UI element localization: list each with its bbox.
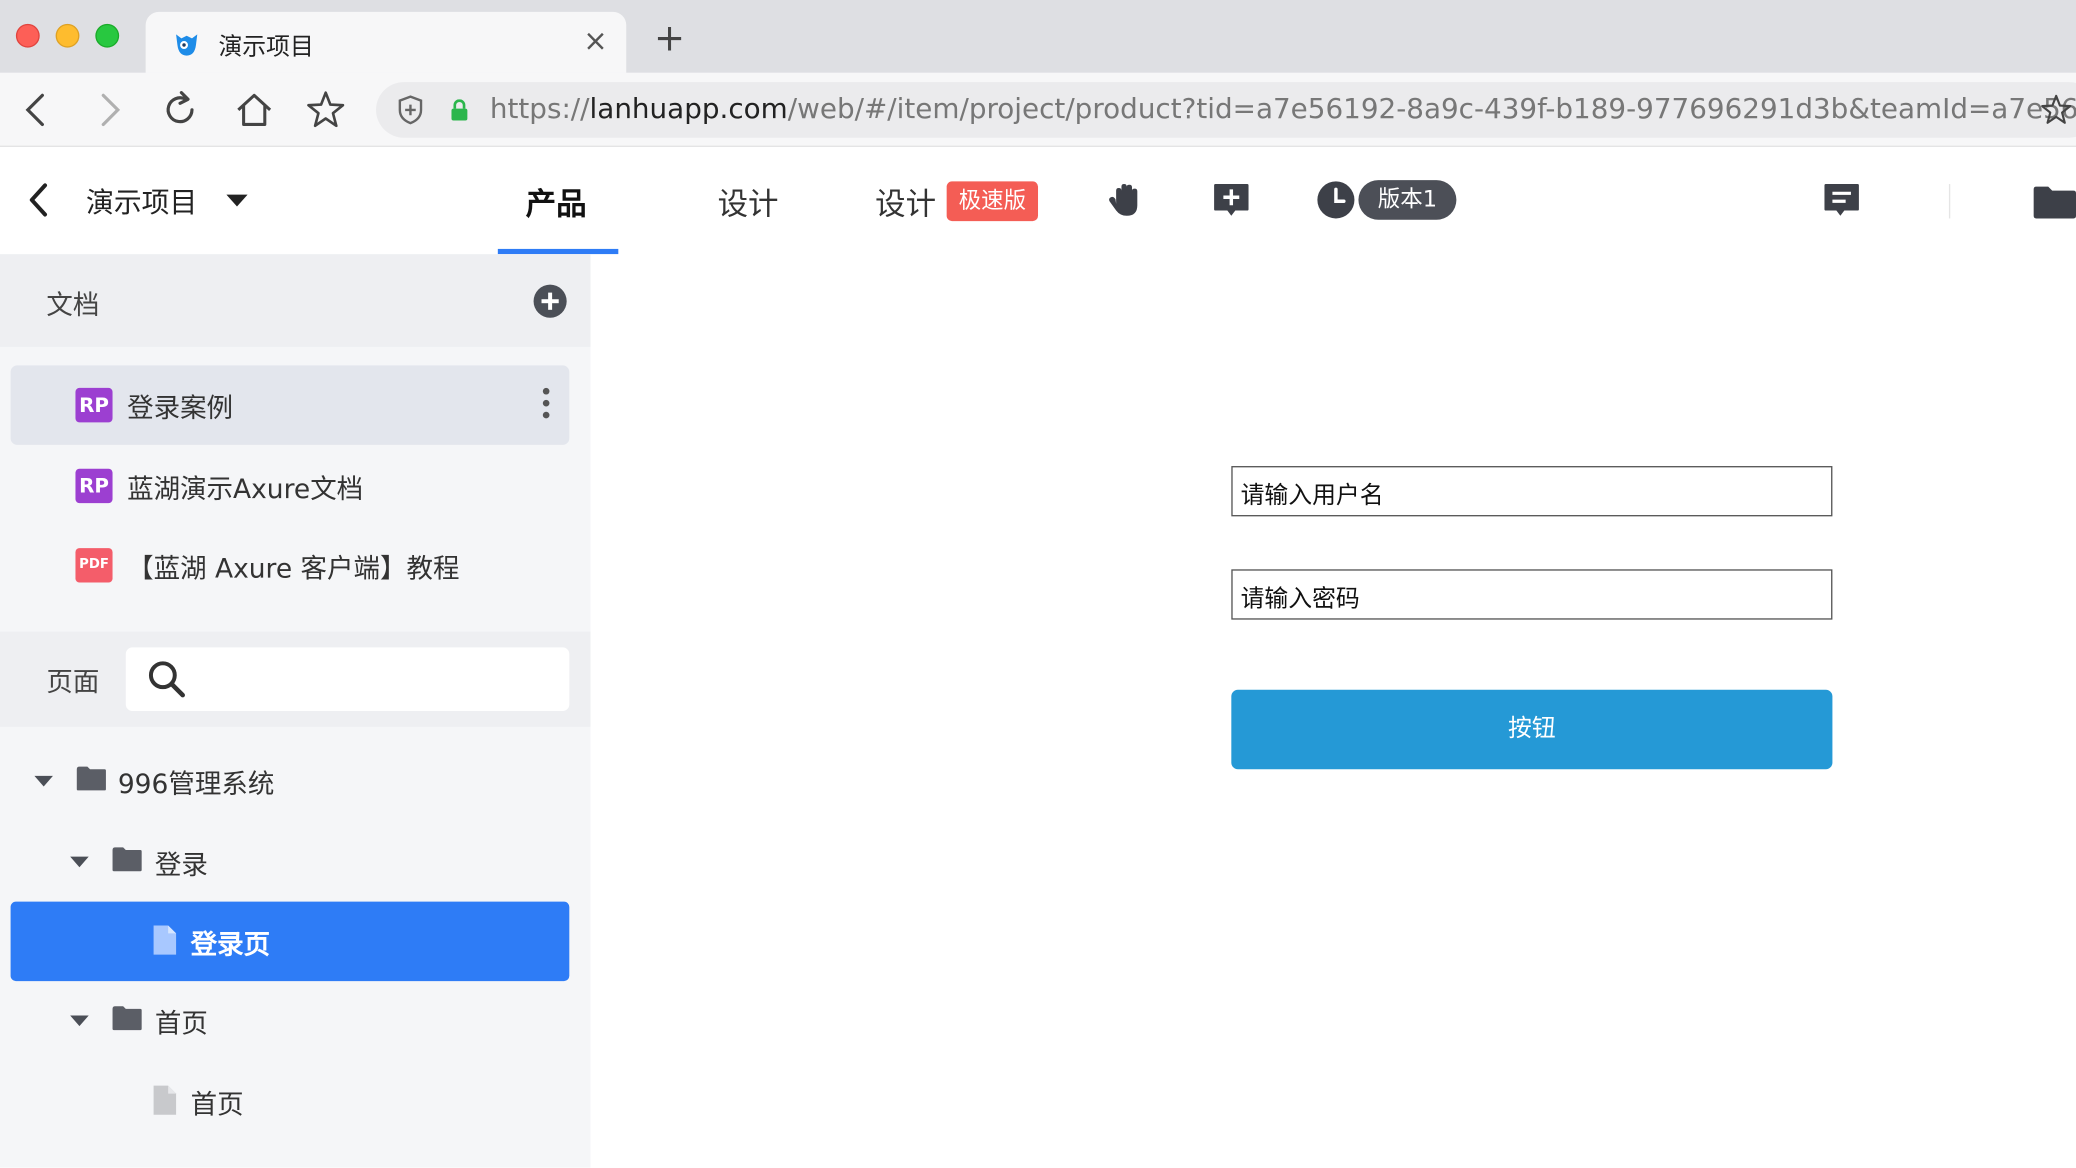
tree-folder-item[interactable]: 首页	[11, 981, 570, 1060]
new-tab-button[interactable]: +	[654, 18, 685, 59]
tab-close-icon[interactable]: ×	[583, 25, 607, 58]
page-file-icon	[153, 925, 177, 955]
add-comment-icon[interactable]	[1211, 180, 1251, 222]
expand-caret-icon[interactable]	[70, 1015, 89, 1027]
page-star-icon[interactable]	[2039, 93, 2073, 127]
tree-folder-item[interactable]: 登录	[11, 822, 570, 901]
username-placeholder: 请输入用户名	[1240, 481, 1384, 510]
app-header: 演示项目 产品 设计 设计 极速版 版本1	[0, 146, 2076, 255]
reload-icon[interactable]	[159, 89, 201, 131]
browser-tab-strip: 演示项目 × +	[0, 0, 2076, 73]
header-divider	[1948, 184, 1951, 219]
tree-page-item[interactable]: 首页	[11, 1062, 570, 1141]
tree-label: 登录页	[190, 928, 271, 960]
lock-icon	[451, 99, 468, 121]
hand-tool-icon[interactable]	[1104, 179, 1146, 221]
window-zoom-button[interactable]	[95, 23, 120, 48]
folder-icon[interactable]	[2032, 184, 2076, 219]
document-label: 【蓝湖 Axure 客户端】教程	[127, 552, 460, 584]
tab-design[interactable]: 设计	[718, 179, 779, 224]
document-item[interactable]: RP 蓝湖演示Axure文档	[11, 446, 570, 525]
tree-label: 首页	[154, 1007, 208, 1040]
tree-label: 登录	[154, 848, 208, 881]
rp-file-icon: RP	[75, 468, 113, 504]
tree-folder-item[interactable]: 996管理系统	[11, 741, 570, 820]
tree-page-item-selected[interactable]: 登录页	[10, 901, 570, 982]
expand-caret-icon[interactable]	[70, 856, 89, 868]
address-bar[interactable]: https://lanhuapp.com/web/#/item/project/…	[376, 82, 2076, 138]
more-options-icon[interactable]	[540, 387, 551, 422]
window-minimize-button[interactable]	[55, 23, 80, 48]
fast-edition-badge[interactable]: 极速版	[946, 181, 1039, 222]
pdf-file-icon: PDF	[75, 548, 113, 583]
bookmark-star-icon[interactable]	[305, 89, 347, 131]
sidebar: 文档 RP 登录案例 RP 蓝湖演示Axure文档 PDF 【蓝湖 Axure …	[0, 254, 591, 1168]
folder-icon	[112, 1006, 142, 1031]
password-input[interactable]: 请输入密码	[1231, 569, 1833, 620]
lanhu-favicon-icon	[176, 34, 198, 56]
back-chevron-icon[interactable]	[24, 180, 53, 220]
forward-icon[interactable]	[87, 89, 129, 131]
project-name[interactable]: 演示项目	[86, 181, 197, 221]
comments-icon[interactable]	[1822, 181, 1862, 221]
document-item[interactable]: RP 登录案例	[10, 365, 570, 445]
documents-title: 文档	[46, 288, 100, 321]
expand-caret-icon[interactable]	[34, 775, 53, 787]
back-icon[interactable]	[16, 89, 58, 131]
pages-title: 页面	[46, 665, 100, 698]
search-icon	[148, 661, 185, 698]
tab-product[interactable]: 产品	[526, 179, 587, 224]
document-item[interactable]: PDF 【蓝湖 Axure 客户端】教程	[11, 526, 570, 605]
history-clock-icon[interactable]	[1316, 180, 1356, 220]
add-document-icon[interactable]	[533, 284, 567, 318]
tab-design-fast[interactable]: 设计	[875, 179, 936, 224]
browser-tab-active[interactable]: 演示项目 ×	[145, 11, 627, 73]
document-label: 登录案例	[127, 391, 234, 424]
browser-toolbar: https://lanhuapp.com/web/#/item/project/…	[0, 72, 2076, 147]
tab-title: 演示项目	[218, 33, 314, 61]
folder-icon	[112, 847, 142, 872]
tree-label: 996管理系统	[117, 767, 275, 800]
window-close-button[interactable]	[15, 23, 40, 48]
folder-icon	[76, 766, 106, 791]
page-file-icon	[153, 1085, 177, 1115]
document-label: 蓝湖演示Axure文档	[127, 472, 364, 505]
tree-label: 首页	[190, 1088, 244, 1121]
version-badge[interactable]: 版本1	[1358, 180, 1457, 220]
documents-section-header: 文档	[0, 254, 591, 347]
shield-icon[interactable]	[395, 94, 427, 126]
prototype-canvas: 请输入用户名 请输入密码 按钮	[590, 254, 2076, 1168]
submit-button[interactable]: 按钮	[1231, 689, 1833, 770]
page-search-input[interactable]	[125, 647, 570, 711]
rp-file-icon: RP	[75, 387, 113, 423]
password-placeholder: 请输入密码	[1240, 585, 1360, 614]
home-icon[interactable]	[233, 89, 275, 131]
username-input[interactable]: 请输入用户名	[1231, 466, 1833, 517]
url-text: https://lanhuapp.com/web/#/item/project/…	[489, 92, 2076, 125]
project-dropdown-icon[interactable]	[226, 194, 248, 207]
